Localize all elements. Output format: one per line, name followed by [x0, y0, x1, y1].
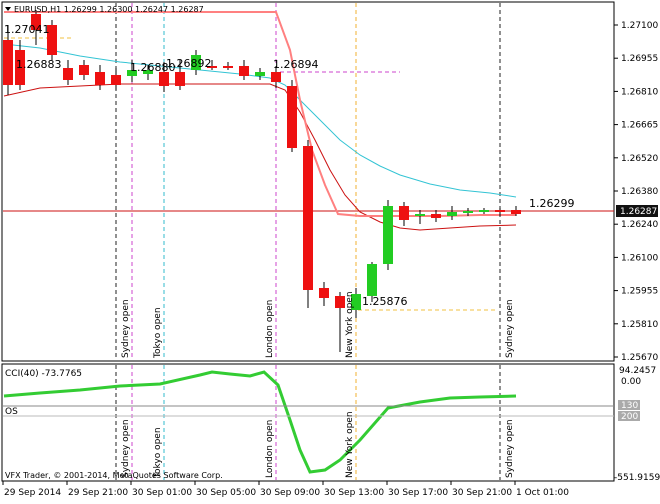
candle-body	[111, 75, 121, 85]
price-tick-label: 1.26240	[621, 220, 658, 230]
label-sydney-open-2: Sydney open	[505, 299, 515, 358]
price-tick-label: 1.26665	[621, 121, 658, 131]
symbol-info: EURUSD,H1 1.26299 1.26300 1.26247 1.2628…	[14, 5, 204, 14]
candle-body	[223, 66, 233, 68]
chart-header: EURUSD,H1 1.26299 1.26300 1.26247 1.2628…	[5, 5, 204, 14]
annotation-high: 1.27041	[4, 23, 50, 36]
candle-body	[175, 72, 185, 86]
time-tick-label: 29 Sep 21:00	[68, 488, 128, 498]
annotation-4: 1.26894	[273, 58, 319, 71]
time-tick-label: 29 Sep 2014	[4, 488, 61, 498]
candle-body	[303, 146, 313, 290]
sub-label-sydney-open-1: Sydney open	[121, 419, 131, 478]
candle-body	[95, 72, 105, 85]
cci-200-label: 200	[621, 412, 638, 422]
candle-body	[79, 65, 89, 75]
cci-title: CCI(40) -73.7765	[5, 369, 82, 379]
price-tick-label: 1.25955	[621, 287, 658, 297]
candle-body	[239, 66, 249, 76]
candle-body	[255, 72, 265, 76]
price-tick-label: 1.25670	[621, 353, 658, 363]
candle-body	[399, 206, 409, 220]
candle-body	[271, 72, 281, 82]
candle-body	[479, 210, 489, 212]
cci-subwindow-frame[interactable]	[1, 363, 615, 482]
sub-label-sydney-open-2: Sydney open	[505, 419, 515, 478]
candle[interactable]	[383, 200, 393, 270]
label-sydney-open-1: Sydney open	[121, 299, 131, 358]
cci-min-label: -551.9159	[614, 473, 660, 483]
copyright-text: VFX Trader, © 2001-2014, MetaQuotes Soft…	[5, 471, 223, 480]
cci-scale: 94.2457 0.00 130 200 -551.9159	[614, 366, 660, 483]
candle-body	[415, 214, 425, 216]
time-tick-label: 30 Sep 01:00	[132, 488, 192, 498]
candle-body	[159, 72, 169, 86]
time-axis: 29 Sep 2014 29 Sep 21:00 30 Sep 01:00 30 Se…	[2, 481, 569, 498]
candle[interactable]	[303, 140, 313, 308]
candle-body	[495, 210, 505, 212]
time-tick-label: 1 Oct 01:00	[516, 488, 569, 498]
os-label: OS	[5, 407, 18, 417]
price-tick-label: 1.26100	[621, 253, 658, 263]
price-tick-label: 1.26810	[621, 87, 658, 97]
time-tick-label: 30 Sep 09:00	[260, 488, 320, 498]
annotation-5: 1.26299	[529, 197, 575, 210]
candle-body	[463, 211, 473, 213]
current-price-tag: 1.26287	[616, 205, 658, 217]
current-price-text: 1.26287	[620, 207, 657, 217]
annotation-1: 1.26883	[16, 58, 62, 71]
price-tick-label: 1.26520	[621, 154, 658, 164]
candle-body	[383, 206, 393, 264]
sub-label-newyork-open: New York open	[345, 411, 355, 478]
candle-body	[367, 264, 377, 296]
annotation-low: 1.25876	[362, 295, 408, 308]
mt4-chart-window: 1.27100 1.26955 1.26810 1.26665 1.26520 1.263…	[0, 0, 660, 500]
price-tick-label: 1.26955	[621, 54, 658, 64]
candle-body	[431, 214, 441, 218]
time-tick-label: 30 Sep 17:00	[388, 488, 448, 498]
sub-label-london-open: London open	[265, 420, 275, 478]
candle-body	[3, 40, 13, 85]
candle-body	[287, 86, 297, 148]
label-london-open: London open	[265, 300, 275, 358]
price-tick-label: 1.27100	[621, 21, 658, 31]
annotation-3: 1.26892	[166, 57, 212, 70]
candle-body	[335, 296, 345, 308]
chart-canvas[interactable]: 1.27100 1.26955 1.26810 1.26665 1.26520 1.263…	[0, 0, 660, 500]
candle-body	[63, 68, 73, 80]
cci-zero-label: 0.00	[621, 377, 641, 387]
time-tick-label: 30 Sep 13:00	[324, 488, 384, 498]
cci-130-label: 130	[621, 401, 638, 411]
time-tick-label: 30 Sep 05:00	[196, 488, 256, 498]
candle-body	[511, 210, 521, 214]
candle-body	[319, 288, 329, 298]
candle-body	[447, 212, 457, 216]
time-tick-label: 30 Sep 21:00	[452, 488, 512, 498]
candle[interactable]	[287, 80, 297, 152]
label-tokyo-open: Tokyo open	[153, 307, 163, 359]
price-tick-label: 1.26380	[621, 187, 658, 197]
price-tick-label: 1.25810	[621, 320, 658, 330]
price-axis: 1.27100 1.26955 1.26810 1.26665 1.26520 1.263…	[614, 21, 658, 363]
label-newyork-open: New York open	[345, 291, 355, 358]
cci-max-label: 94.2457	[619, 366, 656, 376]
